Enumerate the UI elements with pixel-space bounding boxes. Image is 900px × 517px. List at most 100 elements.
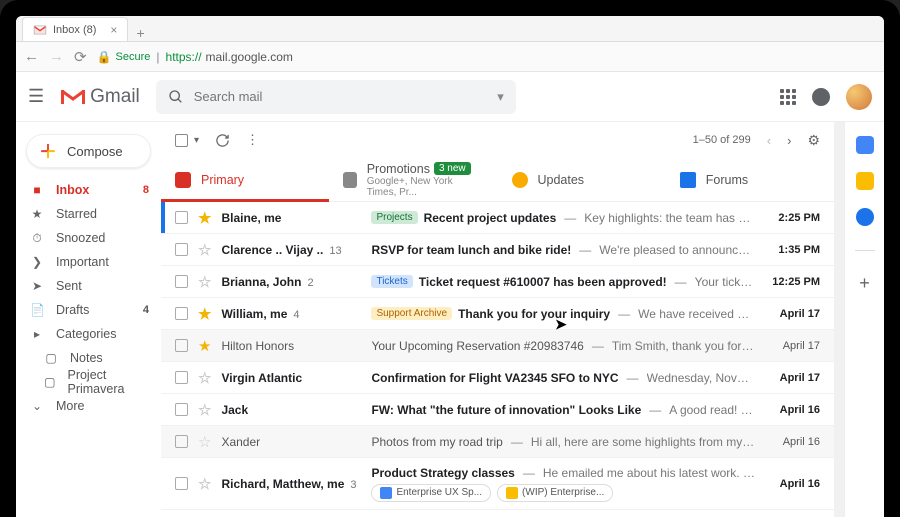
new-tab-button[interactable]: + bbox=[128, 25, 152, 41]
mail-sender: Hilton Honors bbox=[221, 339, 361, 353]
gmail-logo[interactable]: Gmail bbox=[60, 86, 140, 108]
star-icon[interactable]: ★ bbox=[198, 209, 211, 227]
back-icon[interactable]: ← bbox=[24, 48, 39, 65]
calendar-addon-icon[interactable] bbox=[856, 136, 874, 154]
nav-icon: ▢ bbox=[44, 375, 55, 389]
row-checkbox[interactable] bbox=[175, 371, 188, 384]
mail-row[interactable]: ☆XanderPhotos from my road trip—Hi all, … bbox=[161, 426, 834, 458]
url-display[interactable]: 🔒 Secure | https://mail.google.com bbox=[97, 50, 293, 64]
mail-sender: Xander bbox=[221, 435, 361, 449]
row-checkbox[interactable] bbox=[175, 307, 188, 320]
sidebar-item-notes[interactable]: ▢Notes bbox=[16, 346, 161, 370]
tab-primary[interactable]: Primary bbox=[161, 158, 329, 201]
mail-row[interactable]: ☆Richard, Matthew, me 3Product Strategy … bbox=[161, 458, 834, 510]
row-checkbox[interactable] bbox=[175, 275, 188, 288]
mail-row[interactable]: ★Blaine, meProjectsRecent project update… bbox=[161, 202, 834, 234]
scrollbar[interactable] bbox=[834, 122, 844, 517]
row-checkbox[interactable] bbox=[175, 477, 188, 490]
sidebar-item-snoozed[interactable]: ⏱Snoozed bbox=[16, 226, 161, 250]
current-marker bbox=[161, 394, 165, 425]
tasks-addon-icon[interactable] bbox=[856, 208, 874, 226]
label-chip: Support Archive bbox=[371, 307, 452, 320]
account-avatar[interactable] bbox=[846, 84, 872, 110]
row-checkbox[interactable] bbox=[175, 435, 188, 448]
app-header: ☰ Gmail ▾ bbox=[16, 72, 884, 122]
attachment-chip[interactable]: (WIP) Enterprise... bbox=[497, 484, 613, 502]
star-icon[interactable]: ☆ bbox=[198, 433, 211, 451]
mail-row[interactable]: ☆Virgin AtlanticConfirmation for Flight … bbox=[161, 362, 834, 394]
rail-divider bbox=[855, 250, 875, 251]
star-icon[interactable]: ☆ bbox=[198, 401, 211, 419]
mail-date: 2:25 PM bbox=[765, 212, 820, 224]
browser-tab[interactable]: Inbox (8) × bbox=[22, 17, 128, 41]
label-chip: Projects bbox=[371, 211, 417, 224]
current-marker bbox=[161, 266, 165, 297]
mail-row[interactable]: ☆JackFW: What "the future of innovation"… bbox=[161, 394, 834, 426]
sidebar: ＋ Compose ■Inbox8★Starred⏱Snoozed❯Import… bbox=[16, 122, 161, 517]
sidebar-item-project-primavera[interactable]: ▢ Project Primavera bbox=[16, 370, 161, 394]
mail-sender: Clarence .. Vijay .. 13 bbox=[221, 243, 361, 257]
sidebar-item-sent[interactable]: ➤Sent bbox=[16, 274, 161, 298]
star-icon[interactable]: ☆ bbox=[198, 475, 211, 493]
sidebar-item-important[interactable]: ❯Important bbox=[16, 250, 161, 274]
more-icon[interactable]: ⋮ bbox=[246, 132, 259, 148]
mail-row[interactable]: ☆Brianna, John 2TicketsTicket request #6… bbox=[161, 266, 834, 298]
search-dropdown-icon[interactable]: ▾ bbox=[497, 89, 504, 105]
star-icon[interactable]: ☆ bbox=[198, 273, 211, 291]
sidebar-item-label: More bbox=[56, 399, 84, 413]
mail-row[interactable]: ☆Peter, ShaliniBusiness trip—Hi, I made … bbox=[161, 510, 834, 517]
notifications-icon[interactable] bbox=[812, 88, 830, 106]
sidebar-item-count: 4 bbox=[143, 304, 149, 316]
apps-grid-icon[interactable] bbox=[780, 89, 796, 105]
star-icon[interactable]: ☆ bbox=[198, 369, 211, 387]
star-icon[interactable]: ★ bbox=[198, 305, 211, 323]
page-prev-icon[interactable]: ‹ bbox=[767, 133, 771, 148]
menu-icon[interactable]: ☰ bbox=[28, 86, 44, 107]
sidebar-item-label: Project Primavera bbox=[67, 368, 149, 396]
sidebar-item-starred[interactable]: ★Starred bbox=[16, 202, 161, 226]
current-marker bbox=[161, 510, 165, 517]
sidebar-item-categories[interactable]: ▸Categories bbox=[16, 322, 161, 346]
search-input[interactable] bbox=[194, 89, 487, 104]
refresh-icon[interactable] bbox=[215, 133, 230, 148]
reload-icon[interactable]: ⟳ bbox=[74, 48, 87, 66]
list-toolbar: ▾ ⋮ 1–50 of 299 ‹ › ⚙ bbox=[161, 122, 834, 158]
tab-updates[interactable]: Updates bbox=[498, 158, 666, 201]
sidebar-item-drafts[interactable]: 📄Drafts4 bbox=[16, 298, 161, 322]
mail-snippet: Hi all, here are some highlights from my… bbox=[531, 435, 755, 449]
mail-sender: Richard, Matthew, me 3 bbox=[221, 477, 361, 491]
star-icon[interactable]: ☆ bbox=[198, 241, 211, 259]
forward-icon[interactable]: → bbox=[49, 48, 64, 65]
mail-row[interactable]: ☆Clarence .. Vijay .. 13RSVP for team lu… bbox=[161, 234, 834, 266]
browser-tabbar: Inbox (8) × + bbox=[16, 16, 884, 42]
compose-button[interactable]: ＋ Compose bbox=[26, 134, 151, 168]
search-box[interactable]: ▾ bbox=[156, 80, 516, 114]
select-all-dropdown-icon[interactable]: ▾ bbox=[194, 135, 199, 146]
mail-snippet: Tim Smith, thank you for choosing Hilton… bbox=[612, 339, 755, 353]
sidebar-item-label: Snoozed bbox=[56, 231, 105, 245]
row-checkbox[interactable] bbox=[175, 339, 188, 352]
sidebar-item-more[interactable]: ⌄More bbox=[16, 394, 161, 418]
close-tab-icon[interactable]: × bbox=[110, 23, 117, 37]
tab-forums[interactable]: Forums bbox=[666, 158, 834, 201]
star-icon[interactable]: ★ bbox=[198, 337, 211, 355]
settings-gear-icon[interactable]: ⚙ bbox=[807, 132, 820, 149]
row-checkbox[interactable] bbox=[175, 403, 188, 416]
row-checkbox[interactable] bbox=[175, 211, 188, 224]
keep-addon-icon[interactable] bbox=[856, 172, 874, 190]
mail-date: 1:35 PM bbox=[765, 244, 820, 256]
mail-snippet: We're pleased to announce that we will h… bbox=[599, 243, 755, 257]
mail-subject: Thank you for your inquiry bbox=[458, 307, 610, 321]
attachment-chip[interactable]: Enterprise UX Sp... bbox=[371, 484, 491, 502]
tab-promotions[interactable]: Promotions 3 new Google+, New York Times… bbox=[329, 158, 497, 201]
sidebar-item-label: Inbox bbox=[56, 183, 89, 197]
sidebar-item-inbox[interactable]: ■Inbox8 bbox=[16, 178, 161, 202]
page-next-icon[interactable]: › bbox=[787, 133, 791, 148]
row-checkbox[interactable] bbox=[175, 243, 188, 256]
mail-row[interactable]: ★William, me 4Support ArchiveThank you f… bbox=[161, 298, 834, 330]
add-addon-icon[interactable]: + bbox=[859, 273, 870, 294]
secure-label: Secure bbox=[116, 51, 151, 63]
select-all-checkbox[interactable] bbox=[175, 134, 188, 147]
mail-snippet: Wednesday, November 7th 2015, San... bbox=[647, 371, 755, 385]
mail-row[interactable]: ★Hilton HonorsYour Upcoming Reservation … bbox=[161, 330, 834, 362]
